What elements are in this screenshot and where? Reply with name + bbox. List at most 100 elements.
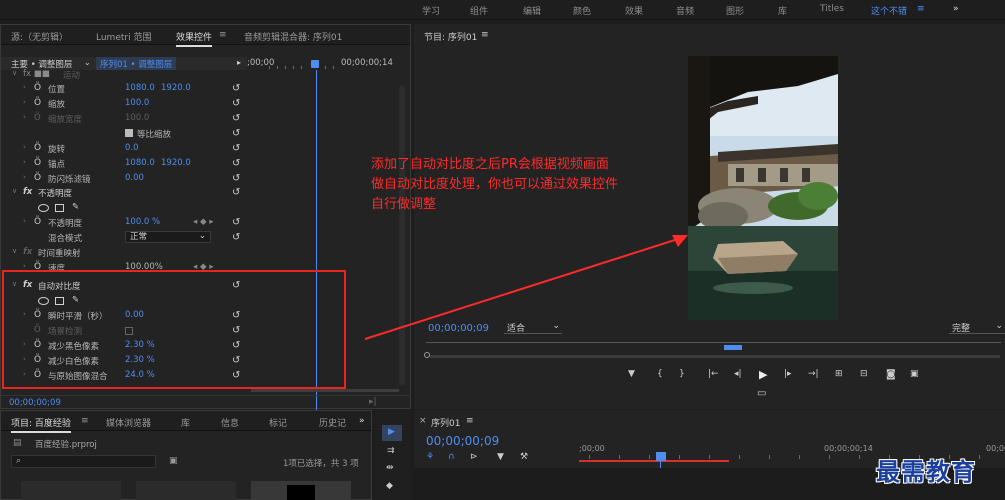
position-y-value[interactable]: 1920.0 [161, 83, 191, 93]
play-icon[interactable]: ▶ [759, 368, 767, 381]
tab-audio-clip-mixer[interactable]: 音频剪辑混合器: 序列01 [244, 30, 342, 43]
stopwatch-icon[interactable]: Ö [34, 98, 41, 108]
opacity-header-row[interactable]: ∨ fx 不透明度 ↺ [1, 185, 247, 200]
extract-icon[interactable]: ⊟ [860, 369, 868, 379]
snap-icon[interactable]: ⚘ [426, 452, 434, 462]
time-remap-header-row[interactable]: ∨ fx 时间重映射 [1, 245, 247, 260]
rectangle-mask-icon[interactable] [55, 204, 64, 212]
anchor-y-value[interactable]: 1920.0 [161, 158, 191, 168]
workspace-tab-assembly[interactable]: 组件 [470, 4, 488, 17]
tab-overflow-icon[interactable]: » [359, 416, 365, 426]
effect-timeline-ruler[interactable]: ;00;00 00;00;00;14 [247, 57, 399, 70]
program-title[interactable]: 节目: 序列01 [424, 30, 477, 43]
stopwatch-icon[interactable]: Ö [34, 173, 41, 183]
add-marker-icon[interactable]: ▼ [628, 369, 635, 379]
go-to-in-icon[interactable]: |← [708, 369, 719, 379]
add-edit-icon[interactable]: ⊳ [470, 452, 478, 462]
reset-icon[interactable]: ↺ [232, 128, 240, 139]
timeline-timecode[interactable]: 00;00;00;09 [426, 434, 499, 448]
workspace-tab-custom[interactable]: 这个不错 [871, 4, 907, 17]
razor-tool-icon[interactable]: ◆ [386, 481, 393, 491]
quality-select[interactable]: 完整 ⌄ [949, 321, 1005, 334]
ripple-edit-tool-icon[interactable]: ⇹ [386, 463, 394, 473]
ellipse-mask-icon[interactable] [38, 204, 49, 212]
close-icon[interactable]: × [419, 416, 427, 426]
comparison-icon[interactable]: ▣ [910, 369, 919, 379]
camera-icon[interactable]: ◙ [886, 369, 896, 380]
scale-value[interactable]: 100.0 [125, 98, 149, 108]
program-menu-icon[interactable]: ≡ [481, 30, 489, 40]
tab-markers[interactable]: 标记 [269, 416, 287, 429]
pen-mask-icon[interactable]: ✎ [72, 202, 79, 212]
program-playhead[interactable] [724, 345, 742, 350]
reset-icon[interactable]: ↺ [232, 173, 240, 184]
workspace-tab-color[interactable]: 颜色 [573, 4, 591, 17]
work-area-bar[interactable] [579, 460, 729, 462]
stopwatch-icon[interactable]: Ö [34, 158, 41, 168]
tab-libraries[interactable]: 库 [181, 416, 190, 429]
timeline-playhead[interactable] [656, 452, 666, 461]
project-search-input[interactable]: ⌕ [11, 455, 156, 468]
clip-thumbnail-selected[interactable] [251, 481, 351, 500]
reset-icon[interactable]: ↺ [232, 83, 240, 94]
workspace-tab-editing[interactable]: 编辑 [523, 4, 541, 17]
workspace-overflow-icon[interactable]: » [953, 4, 959, 14]
tab-info[interactable]: 信息 [221, 416, 239, 429]
anchor-x-value[interactable]: 1080.0 [125, 158, 155, 168]
play-only-icon[interactable]: ▸ [237, 58, 241, 67]
tab-lumetri-scopes[interactable]: Lumetri 范围 [96, 30, 151, 43]
reset-icon[interactable]: ↺ [232, 143, 240, 154]
rotation-value[interactable]: 0.0 [125, 143, 139, 153]
reset-icon[interactable]: ↺ [232, 217, 240, 228]
clip-thumbnail[interactable] [136, 481, 236, 500]
uniform-scale-checkbox[interactable] [125, 129, 133, 137]
go-to-out-icon[interactable]: →| [808, 369, 819, 379]
clip-thumbnail[interactable] [21, 481, 121, 500]
timeline-marker-icon[interactable]: ▼ [497, 452, 504, 462]
effect-playhead[interactable] [311, 60, 319, 68]
track-select-tool-icon[interactable]: ⇉ [387, 446, 395, 456]
effect-current-time[interactable]: 00;00;00;09 [9, 398, 61, 408]
mark-in-icon[interactable]: { [657, 369, 663, 379]
timeline-sequence-tab[interactable]: 序列01 [431, 416, 460, 429]
flicker-value[interactable]: 0.00 [125, 173, 144, 183]
fx-icon[interactable]: fx [23, 247, 32, 257]
overlay-icon[interactable]: ▭ [757, 388, 766, 399]
program-zoom-bar[interactable] [430, 355, 1000, 358]
mark-out-icon[interactable]: } [679, 369, 685, 379]
stopwatch-icon[interactable]: Ö [34, 83, 41, 93]
tab-project[interactable]: 项目: 百度经验 [11, 416, 71, 433]
effect-zoom-scrollbar[interactable] [251, 389, 399, 392]
reset-icon[interactable]: ↺ [232, 158, 240, 169]
wrench-icon[interactable]: ⚒ [520, 452, 528, 462]
step-forward-icon[interactable]: |▸ [784, 369, 792, 379]
tab-source[interactable]: 源:（无剪辑） [11, 30, 68, 43]
linked-selection-icon[interactable]: ∩ [448, 452, 455, 462]
new-bin-icon[interactable]: ▣ [169, 456, 178, 466]
fx-icon[interactable]: fx [23, 187, 32, 197]
opacity-value[interactable]: 100.0 % [125, 217, 160, 227]
reset-icon[interactable]: ↺ [232, 187, 240, 198]
workspace-menu-icon[interactable]: ≡ [917, 4, 925, 14]
lift-icon[interactable]: ⊞ [835, 369, 843, 379]
export-icon[interactable]: ▸| [369, 397, 377, 407]
tab-menu-icon[interactable]: ≡ [81, 416, 89, 426]
program-video-frame[interactable] [688, 56, 838, 320]
tab-menu-icon[interactable]: ≡ [219, 30, 227, 40]
stopwatch-icon[interactable]: Ö [34, 217, 41, 227]
workspace-tab-titles[interactable]: Titles [820, 4, 844, 14]
tab-history[interactable]: 历史记 [319, 416, 346, 429]
reset-icon[interactable]: ↺ [232, 98, 240, 109]
position-x-value[interactable]: 1080.0 [125, 83, 155, 93]
reset-icon[interactable]: ↺ [232, 232, 240, 243]
chevron-down-icon[interactable]: ⌄ [84, 58, 91, 67]
workspace-tab-graphics[interactable]: 图形 [726, 4, 744, 17]
step-back-icon[interactable]: ◂| [734, 369, 742, 379]
selection-tool-icon[interactable]: ▶ [382, 425, 402, 441]
workspace-tab-libraries[interactable]: 库 [778, 4, 787, 17]
tab-effect-controls[interactable]: 效果控件 [176, 30, 213, 47]
stopwatch-icon[interactable]: Ö [34, 143, 41, 153]
workspace-tab-effects[interactable]: 效果 [625, 4, 643, 17]
timeline-menu-icon[interactable]: ≡ [466, 416, 474, 426]
reset-icon[interactable]: ↺ [232, 113, 240, 124]
